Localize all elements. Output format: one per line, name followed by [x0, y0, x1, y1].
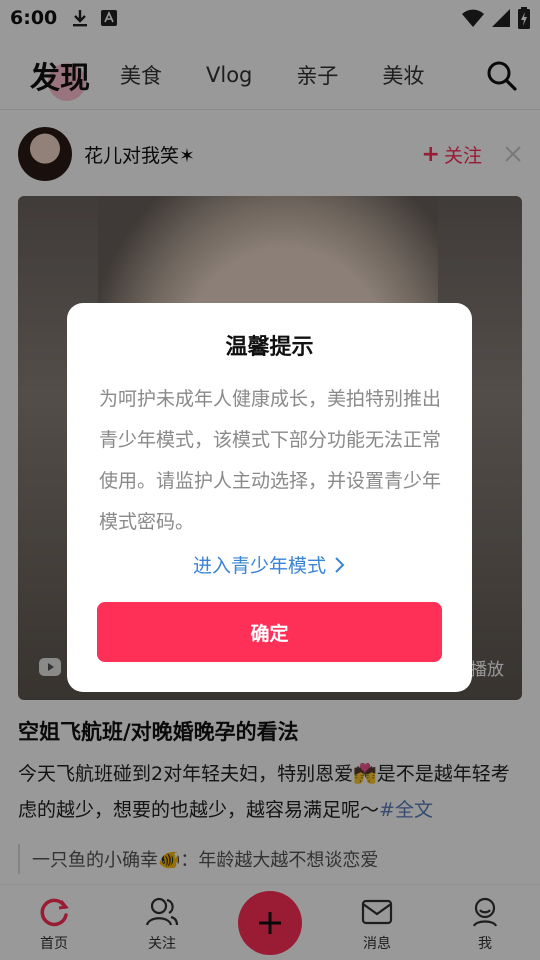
chevron-right-icon [335, 556, 345, 573]
enter-youth-mode-label: 进入青少年模式 [192, 555, 326, 577]
dialog-message: 为呵护未成年人健康成长，美拍特别推出青少年模式，该模式下部分功能无法正常使用。请… [99, 388, 442, 533]
confirm-button[interactable]: 确定 [97, 602, 442, 662]
dialog-title: 温馨提示 [225, 335, 314, 360]
youth-mode-dialog: 温馨提示 为呵护未成年人健康成长，美拍特别推出青少年模式，该模式下部分功能无法正… [67, 303, 472, 692]
enter-youth-mode-link[interactable]: 进入青少年模式 [67, 551, 472, 578]
